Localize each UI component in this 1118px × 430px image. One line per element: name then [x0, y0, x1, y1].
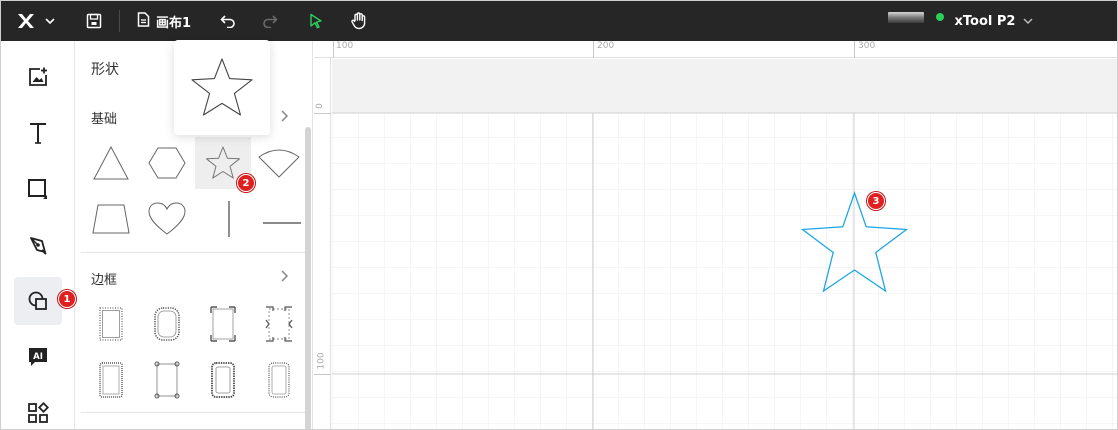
device-selector[interactable]: xTool P2: [953, 1, 1017, 41]
frame-shape-7[interactable]: [195, 354, 251, 406]
device-thumbnail: [888, 12, 924, 23]
section-divider: [81, 252, 306, 253]
chevron-right-icon[interactable]: [276, 108, 292, 124]
vertical-line-shape-icon[interactable]: [195, 193, 251, 245]
panel-title: 形状: [91, 62, 119, 78]
text-icon[interactable]: [14, 109, 62, 157]
step-badge-1: 1: [58, 290, 76, 308]
heart-shape-icon[interactable]: [139, 193, 195, 245]
toolbar-divider: [119, 10, 120, 32]
panel-scrollbar[interactable]: [305, 127, 311, 429]
frame-shape-5[interactable]: [83, 354, 139, 406]
redo-icon[interactable]: [259, 1, 281, 41]
device-name: xTool P2: [954, 13, 1016, 29]
rectangle-icon[interactable]: [14, 165, 62, 213]
ai-icon[interactable]: AI: [14, 333, 62, 381]
file-icon: [137, 11, 150, 31]
canvas-name: 画布1: [156, 15, 192, 31]
device-chevron-down-icon[interactable]: [1019, 1, 1037, 41]
horizontal-line-shape-icon[interactable]: [251, 193, 307, 245]
frame-shape-4[interactable]: [251, 298, 307, 350]
step-badge-2: 2: [237, 174, 255, 192]
apps-icon[interactable]: [14, 389, 62, 429]
top-bar: 画布1 xTool P2: [1, 1, 1117, 41]
design-canvas[interactable]: [332, 59, 1117, 429]
ruler-label-300: 300: [858, 41, 876, 51]
chevron-down-icon[interactable]: [41, 1, 59, 41]
undo-icon[interactable]: [217, 1, 239, 41]
ruler-label-100: 100: [336, 41, 354, 51]
logo-x-icon[interactable]: [13, 1, 39, 41]
shape-preview-tooltip: [174, 40, 270, 135]
star-preview-icon: [191, 57, 253, 116]
ruler-left: 0 100: [314, 58, 331, 429]
shapes-icon[interactable]: [14, 277, 62, 325]
trapezoid-shape-icon[interactable]: [83, 193, 139, 245]
sector-shape-icon[interactable]: [251, 137, 307, 189]
pen-icon[interactable]: [14, 221, 62, 269]
image-add-icon[interactable]: [14, 53, 62, 101]
save-icon[interactable]: [83, 1, 105, 41]
left-toolbar: AI: [2, 41, 75, 429]
chevron-right-icon[interactable]: [276, 268, 292, 284]
select-pointer-icon[interactable]: [305, 1, 327, 41]
frame-shape-6[interactable]: [139, 354, 195, 406]
ruler-label-0: 0: [314, 103, 325, 109]
frame-shape-1[interactable]: [83, 298, 139, 350]
step-badge-3: 3: [867, 192, 885, 210]
hexagon-shape-icon[interactable]: [139, 137, 195, 189]
ruler-label-100-vertical: 100: [316, 352, 327, 370]
triangle-shape-icon[interactable]: [83, 137, 139, 189]
canvas-grid: [332, 59, 1117, 429]
hand-pan-icon[interactable]: [347, 1, 371, 41]
ruler-label-200: 200: [597, 41, 615, 51]
ruler-top: 100 200 300: [314, 41, 1117, 58]
frame-shape-2[interactable]: [139, 298, 195, 350]
section-divider: [81, 412, 306, 413]
app-window: 画布1 xTool P2 AI 形状 基础 边框 100 200 300 0 1…: [0, 0, 1118, 430]
device-status-dot: [936, 13, 944, 21]
frame-shape-8[interactable]: [251, 354, 307, 406]
svg-text:AI: AI: [33, 352, 43, 362]
frame-shape-3[interactable]: [195, 298, 251, 350]
section-title-basic: 基础: [91, 112, 118, 127]
canvas-tab[interactable]: 画布1: [137, 1, 207, 41]
section-title-frames: 边框: [91, 273, 118, 288]
